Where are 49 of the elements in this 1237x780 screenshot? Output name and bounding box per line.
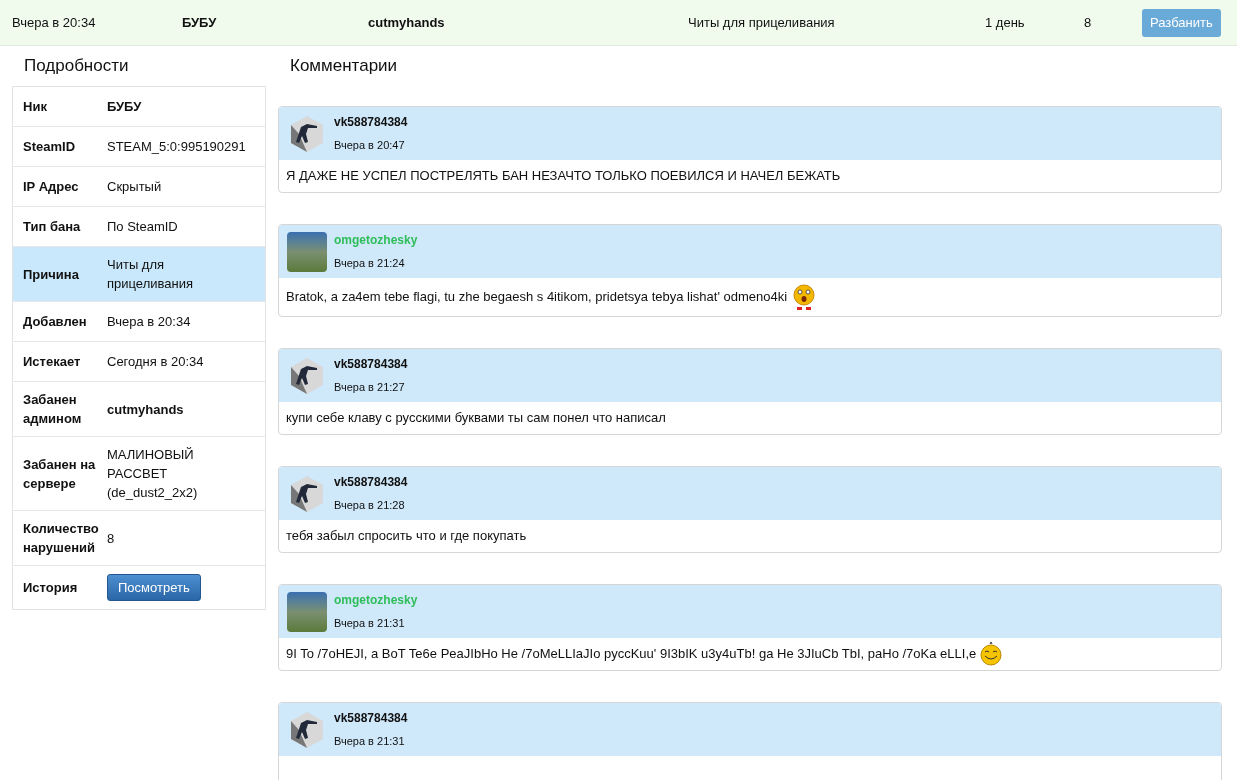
comment-text: Я ДАЖЕ НЕ УСПЕЛ ПОСТРЕЛЯТЬ БАН НЕЗАЧТО ТОЛЬКО ПОЕВИЛСЯ И НАЧЕЛ БЕЖАТЬ — [286, 167, 841, 186]
comment-text: купи себе клаву с русскими буквами ты сам понел что написал — [286, 409, 666, 428]
comment-text: 9I To /7oHEJI, a BoT Te6e PeaJIbHo He /7oMeLLIaJIo pyccKuu' 9I3bIK u3y4uTb! ga He 3JIuCb TbI, paHo /7oKa eLLI,e — [286, 645, 977, 664]
photo-placeholder — [287, 591, 327, 632]
details-value: БУБУ — [107, 98, 143, 116]
comment-text: Bratok, a za4em tebe flagi, tu zhe begaesh s 4itikom, pridetsya tebya lishat' odmeno4ki — [286, 288, 788, 307]
comment-time: Вчера в 21:24 — [334, 256, 406, 272]
ban-admin: cutmyhands — [368, 13, 446, 32]
details-label: Добавлен — [22, 313, 88, 331]
scared-smiley-icon — [791, 282, 818, 312]
details-heading: Подробности — [23, 55, 130, 78]
details-label: Истекает — [22, 353, 82, 371]
details-label: Забанен админом — [22, 391, 83, 428]
details-value: МАЛИНОВЫЙ РАССВЕТ (de_dust2_2x2) — [107, 446, 199, 502]
comments-heading: Комментарии — [289, 55, 399, 78]
comment-time: Вчера в 21:28 — [334, 498, 406, 514]
details-label: IP Адрес — [22, 178, 80, 196]
details-label: Тип бана — [22, 218, 82, 236]
details-label: Забанен на сервере — [22, 455, 97, 493]
view-history-button[interactable]: Посмотреть — [107, 574, 201, 601]
comment-time: Вчера в 21:31 — [334, 734, 406, 750]
details-label: История — [22, 579, 79, 597]
comment-author[interactable]: vk588784384 — [334, 709, 408, 728]
comment-author[interactable]: vk588784384 — [334, 355, 408, 374]
details-value: 8 — [107, 529, 116, 548]
ban-count: 8 — [1084, 13, 1093, 32]
ban-reason: Читы для прицеливания — [688, 13, 836, 32]
comment-time: Вчера в 21:31 — [334, 616, 406, 632]
details-label: Количество нарушений — [22, 520, 100, 557]
details-value: Скрытый — [107, 178, 163, 196]
details-value: STEAM_5:0:995190291 — [107, 138, 247, 156]
ban-duration: 1 день — [985, 13, 1026, 32]
ban-date: Вчера в 20:34 — [12, 13, 97, 32]
comment-author[interactable]: vk588784384 — [334, 113, 408, 132]
comment-time: Вчера в 21:27 — [334, 380, 406, 396]
comment-time: Вчера в 20:47 — [334, 138, 406, 154]
details-label: Причина — [22, 265, 80, 284]
details-value: Сегодня в 20:34 — [107, 353, 205, 371]
details-value: Вчера в 20:34 — [107, 313, 192, 331]
details-value: Читы для прицеливания — [107, 256, 194, 293]
details-label: Ник — [22, 98, 48, 116]
photo-placeholder — [287, 231, 327, 272]
comment-author[interactable]: vk588784384 — [334, 473, 408, 492]
details-label: SteamID — [22, 138, 77, 156]
details-value: cutmyhands — [107, 400, 185, 419]
details-value: По SteamID — [107, 218, 179, 236]
ban-nick: БУБУ — [182, 13, 218, 32]
grinning-smiley-icon — [980, 642, 1003, 666]
comment-text: тебя забыл спросить что и где покупать — [286, 527, 527, 546]
